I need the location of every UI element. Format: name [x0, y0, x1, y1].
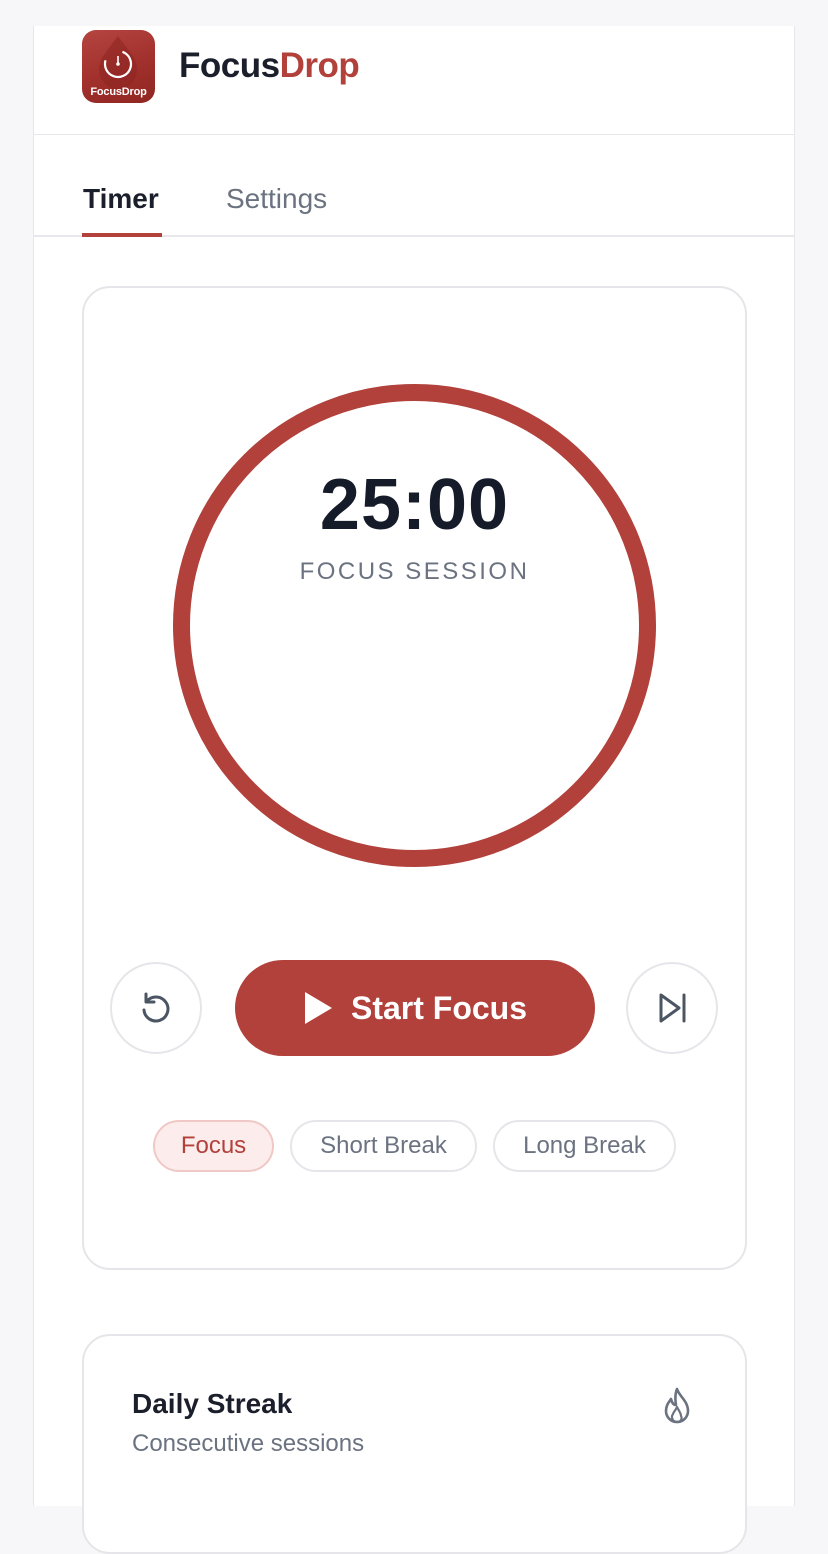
streak-card: Daily Streak Consecutive sessions: [82, 1334, 747, 1554]
reset-icon: [142, 992, 170, 1023]
skip-icon: [659, 993, 686, 1023]
app-header: FocusDrop FocusDrop: [34, 26, 794, 135]
app-title-part1: Focus: [179, 46, 280, 85]
active-tab-indicator: [82, 233, 162, 237]
app-title: FocusDrop: [179, 46, 360, 86]
mode-short-break[interactable]: Short Break: [290, 1120, 477, 1172]
progress-ring: [173, 384, 656, 867]
app-title-part2: Drop: [279, 46, 360, 85]
tab-settings[interactable]: Settings: [226, 182, 327, 216]
tab-bar: Timer Settings: [34, 136, 794, 237]
timer-card: 25:00 FOCUS SESSION Start Focus Focus Sh…: [82, 286, 747, 1270]
streak-subtitle: Consecutive sessions: [132, 1430, 365, 1457]
mode-long-break[interactable]: Long Break: [493, 1120, 676, 1172]
tab-timer[interactable]: Timer: [83, 182, 159, 216]
mode-focus[interactable]: Focus: [153, 1120, 274, 1172]
play-icon: [304, 992, 332, 1024]
start-focus-button[interactable]: Start Focus: [235, 960, 595, 1056]
streak-title: Daily Streak: [132, 1388, 293, 1419]
mode-selector: Focus Short Break Long Break: [84, 1120, 745, 1172]
session-label: FOCUS SESSION: [299, 558, 530, 585]
reset-button[interactable]: [110, 962, 202, 1054]
logo-wordmark: FocusDrop: [90, 86, 147, 98]
timer-display: 25:00: [319, 465, 510, 545]
app-window: FocusDrop FocusDrop Timer Settings 25:00…: [33, 26, 795, 1554]
app-logo: FocusDrop: [82, 30, 155, 103]
skip-button[interactable]: [626, 962, 718, 1054]
start-focus-label: Start Focus: [350, 989, 528, 1026]
flame-icon: [664, 1387, 690, 1424]
